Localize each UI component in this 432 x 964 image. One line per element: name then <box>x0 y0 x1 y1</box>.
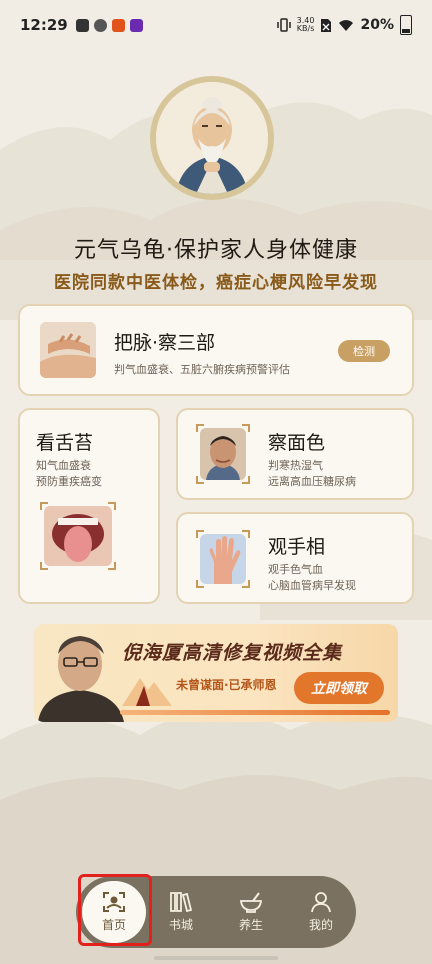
banner-underline <box>120 710 390 715</box>
scan-corner <box>242 530 250 538</box>
pulse-check-card[interactable]: 把脉·察三部 判气血盛衰、五脏六腑疾病预警评估 检测 <box>18 304 414 396</box>
vibrate-icon <box>276 18 291 32</box>
banner-title: 倪海厦高清修复视频全集 <box>122 642 343 664</box>
hand-thumbnail <box>200 534 246 584</box>
status-bar: 12:29 3.40 KB/s 20% <box>0 0 432 50</box>
app-headline: 元气乌龟·保护家人身体健康 <box>74 238 358 263</box>
tab-bookstore[interactable]: 书城 <box>146 876 216 948</box>
sage-portrait-icon <box>156 82 268 194</box>
tab-profile[interactable]: 我的 <box>286 876 356 948</box>
wifi-icon <box>339 19 354 31</box>
scan-corner <box>242 476 250 484</box>
banner-subtitle: 未曾谋面·已承师恩 <box>176 678 277 692</box>
tab-wellness-label: 养生 <box>238 918 263 932</box>
hand-desc-line1: 观手色气血 <box>268 563 323 576</box>
hand-check-card[interactable]: 观手相 观手色气血 心脑血管病早发现 <box>176 512 414 604</box>
tab-profile-label: 我的 <box>308 918 333 932</box>
video-promo-banner[interactable]: 倪海厦高清修复视频全集 未曾谋面·已承师恩 立即领取 <box>34 624 398 722</box>
tab-wellness[interactable]: 养生 <box>216 876 286 948</box>
scan-corner <box>40 562 48 570</box>
scan-corner <box>40 502 48 510</box>
net-speed: 3.40 KB/s <box>297 17 315 33</box>
sage-avatar <box>150 76 274 200</box>
tab-bookstore-label: 书城 <box>168 918 193 932</box>
net-speed-unit: KB/s <box>296 24 315 33</box>
scan-corner <box>196 424 204 432</box>
pulse-thumbnail <box>40 322 96 378</box>
scan-corner <box>242 580 250 588</box>
notification-app-icon <box>93 18 107 32</box>
status-time: 12:29 <box>20 16 68 34</box>
claim-now-button[interactable]: 立即领取 <box>294 672 384 704</box>
pulse-desc: 判气血盛衰、五脏六腑疾病预警评估 <box>114 363 290 376</box>
mountain-icon <box>122 678 172 706</box>
teacher-portrait-icon <box>38 636 124 722</box>
highlight-annotation <box>78 874 152 946</box>
notification-app-icon <box>111 18 125 32</box>
scan-corner <box>108 562 116 570</box>
tongue-title: 看舌苔 <box>36 432 94 454</box>
scan-corner <box>108 502 116 510</box>
tongue-check-card[interactable]: 看舌苔 知气血盛衰 预防重疾癌变 <box>18 408 160 604</box>
app-subline: 医院同款中医体检，癌症心梗风险早发现 <box>54 273 378 293</box>
face-title: 察面色 <box>268 432 326 454</box>
notification-app-icon <box>129 18 143 32</box>
home-indicator <box>154 956 278 960</box>
face-desc-line2: 远离高血压糖尿病 <box>268 475 356 488</box>
battery-icon <box>400 15 412 35</box>
face-desc-line1: 判寒热湿气 <box>268 459 323 472</box>
scan-corner <box>196 580 204 588</box>
books-icon <box>170 892 193 913</box>
scan-corner <box>242 424 250 432</box>
hand-desc-line2: 心脑血管病早发现 <box>268 579 356 592</box>
pulse-title: 把脉·察三部 <box>114 332 216 354</box>
face-check-card[interactable]: 察面色 判寒热湿气 远离高血压糖尿病 <box>176 408 414 500</box>
hand-title: 观手相 <box>268 536 326 558</box>
face-thumbnail <box>200 428 246 480</box>
person-icon <box>311 892 331 913</box>
detect-button[interactable]: 检测 <box>338 340 390 362</box>
tongue-desc-line2: 预防重疾癌变 <box>36 475 102 488</box>
tongue-desc-line1: 知气血盛衰 <box>36 459 91 472</box>
sim-off-icon <box>321 18 332 32</box>
scan-corner <box>196 530 204 538</box>
mortar-icon <box>239 892 263 913</box>
notification-app-icon <box>75 18 89 32</box>
tongue-thumbnail <box>44 506 112 566</box>
battery-percent: 20% <box>360 17 394 33</box>
scan-corner <box>196 476 204 484</box>
